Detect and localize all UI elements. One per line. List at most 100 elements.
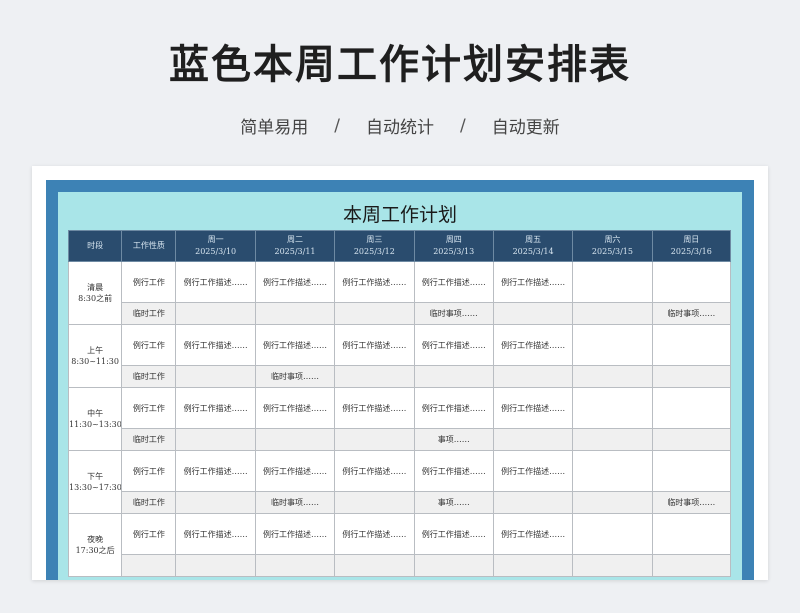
day-name: 周日	[683, 235, 700, 244]
routine-cell[interactable]	[651, 513, 732, 555]
header-day: 周一 2025/3/10	[175, 230, 256, 262]
temp-cell[interactable]: 临时事项……	[254, 365, 336, 388]
temp-cell[interactable]	[413, 365, 494, 388]
temp-cell[interactable]	[492, 491, 574, 514]
temp-cell[interactable]	[334, 365, 415, 388]
routine-cell[interactable]: 例行工作描述……	[413, 450, 494, 492]
temp-cell[interactable]: 临时事项……	[413, 302, 494, 325]
routine-cell[interactable]	[651, 261, 732, 303]
table-header-row: 时段 工作性质 周一 2025/3/10 周二 2025/3/11 周三 2025/3…	[67, 230, 732, 262]
routine-cell[interactable]: 例行工作描述……	[254, 513, 336, 555]
day-name: 周四	[445, 235, 462, 244]
temp-label-cell: 临时工作	[121, 302, 177, 325]
temp-cell[interactable]: 临时事项……	[254, 491, 336, 514]
routine-cell[interactable]: 例行工作描述……	[254, 324, 336, 366]
temp-cell[interactable]	[175, 491, 256, 514]
tag-easy-to-use: 简单易用	[240, 118, 309, 138]
temp-cell[interactable]	[334, 491, 415, 514]
temp-cell[interactable]	[254, 428, 336, 451]
temp-cell[interactable]	[334, 554, 415, 577]
day-date: 2025/3/13	[433, 247, 475, 256]
period-time: 13:30~17:30	[69, 483, 122, 492]
routine-cell[interactable]: 例行工作描述……	[413, 324, 494, 366]
tag-auto-update: 自动更新	[491, 118, 560, 138]
tag-separator: /	[334, 115, 340, 136]
temp-cell[interactable]	[572, 428, 653, 451]
routine-cell[interactable]: 例行工作描述……	[175, 324, 256, 366]
temp-cell[interactable]	[572, 491, 653, 514]
routine-cell[interactable]: 例行工作描述……	[175, 261, 256, 303]
routine-cell[interactable]	[572, 387, 653, 429]
temp-cell[interactable]	[413, 554, 494, 577]
temp-cell[interactable]	[651, 428, 732, 451]
temp-cell[interactable]: 临时事项……	[651, 491, 732, 514]
routine-cell[interactable]	[572, 261, 653, 303]
routine-cell[interactable]: 例行工作描述……	[175, 450, 256, 492]
sheet-title: 本周工作计划	[342, 204, 457, 226]
routine-cell[interactable]	[651, 387, 732, 429]
routine-label-cell: 例行工作	[121, 324, 177, 366]
temp-cell[interactable]	[572, 365, 653, 388]
routine-cell[interactable]: 例行工作描述……	[492, 261, 574, 303]
routine-label-cell: 例行工作	[121, 450, 177, 492]
temp-cell[interactable]: 事项……	[413, 491, 494, 514]
routine-cell[interactable]	[651, 324, 732, 366]
temp-cell[interactable]	[254, 302, 336, 325]
temp-cell[interactable]	[651, 365, 732, 388]
temp-cell[interactable]	[492, 302, 574, 325]
routine-cell[interactable]: 例行工作描述……	[254, 450, 336, 492]
routine-cell[interactable]	[572, 450, 653, 492]
temp-cell[interactable]	[175, 428, 256, 451]
day-date: 2025/3/10	[195, 247, 237, 256]
page-title: 蓝色本周工作计划安排表	[169, 42, 631, 88]
routine-cell[interactable]: 例行工作描述……	[334, 324, 415, 366]
routine-cell[interactable]	[572, 324, 653, 366]
temp-cell[interactable]	[572, 554, 653, 577]
temp-cell[interactable]	[334, 302, 415, 325]
header-day: 周四 2025/3/13	[413, 230, 494, 262]
period-time: 8:30~11:30	[71, 357, 119, 366]
routine-cell[interactable]: 例行工作描述……	[175, 387, 256, 429]
temp-label-cell: 临时工作	[121, 428, 177, 451]
routine-cell[interactable]: 例行工作描述……	[334, 387, 415, 429]
day-name: 周六	[604, 235, 621, 244]
temp-cell[interactable]	[492, 428, 574, 451]
period-name: 夜晚	[87, 535, 104, 544]
spreadsheet-area: 本周工作计划 时段 工作性质 周一 2025/3/10 周二 2025/3/11 周…	[58, 192, 742, 580]
temp-cell[interactable]	[492, 554, 574, 577]
routine-cell[interactable]: 例行工作描述……	[413, 513, 494, 555]
temp-cell[interactable]	[492, 365, 574, 388]
temp-cell[interactable]: 事项……	[413, 428, 494, 451]
routine-cell[interactable]: 例行工作描述……	[413, 387, 494, 429]
routine-cell[interactable]: 例行工作描述……	[334, 513, 415, 555]
tag-auto-statistics: 自动统计	[366, 118, 434, 138]
temp-cell[interactable]: 临时事项……	[651, 302, 732, 325]
temp-cell[interactable]	[334, 428, 415, 451]
routine-cell[interactable]: 例行工作描述……	[492, 450, 574, 492]
routine-label-cell: 例行工作	[121, 513, 177, 555]
routine-cell[interactable]: 例行工作描述……	[413, 261, 494, 303]
table-row-temp: 临时工作 临时事项…… 临时事项……	[69, 302, 732, 325]
routine-cell[interactable]	[572, 513, 653, 555]
day-date: 2025/3/14	[512, 247, 554, 256]
temp-cell[interactable]	[175, 554, 256, 577]
routine-cell[interactable]: 例行工作描述……	[254, 387, 336, 429]
spreadsheet-frame: 本周工作计划 时段 工作性质 周一 2025/3/10 周二 2025/3/11 周…	[46, 180, 754, 580]
routine-cell[interactable]: 例行工作描述……	[492, 513, 574, 555]
temp-cell[interactable]	[175, 365, 256, 388]
temp-cell[interactable]	[651, 554, 732, 577]
routine-cell[interactable]	[651, 450, 732, 492]
routine-cell[interactable]: 例行工作描述……	[175, 513, 256, 555]
routine-cell[interactable]: 例行工作描述……	[334, 450, 415, 492]
routine-cell[interactable]: 例行工作描述……	[334, 261, 415, 303]
header-day: 周五 2025/3/14	[492, 230, 574, 262]
temp-cell[interactable]	[254, 554, 336, 577]
period-time: 11:30~13:30	[69, 420, 122, 429]
routine-cell[interactable]: 例行工作描述……	[254, 261, 336, 303]
header-period: 时段	[67, 230, 123, 262]
temp-cell[interactable]	[572, 302, 653, 325]
table-row-routine: 夜晚 17:30之后 例行工作 例行工作描述…… 例行工作描述…… 例行工作描述…… 例行工…	[67, 513, 732, 577]
routine-cell[interactable]: 例行工作描述……	[492, 387, 574, 429]
temp-cell[interactable]	[175, 302, 256, 325]
routine-cell[interactable]: 例行工作描述……	[492, 324, 574, 366]
